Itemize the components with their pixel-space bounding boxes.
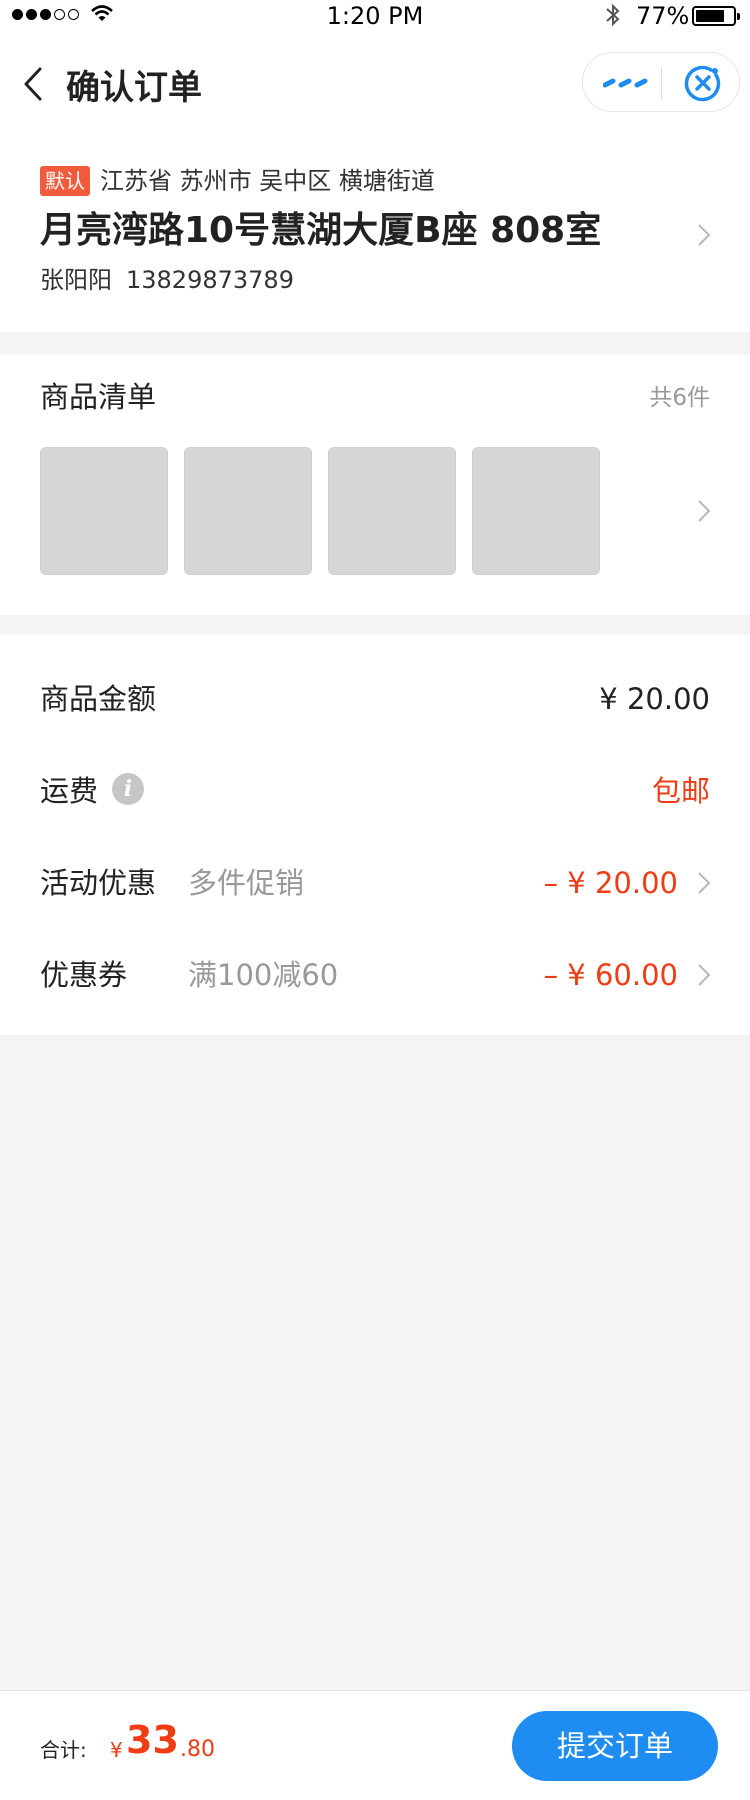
row-label: 商品金额: [40, 682, 157, 716]
product-thumbnail[interactable]: [40, 447, 168, 575]
address-card[interactable]: 默认 江苏省 苏州市 吴中区 横塘街道 月亮湾路10号慧湖大厦B座 808室 张…: [0, 140, 750, 332]
info-icon[interactable]: i: [112, 773, 144, 805]
row-label: 运费: [40, 774, 99, 808]
status-bar: 1:20 PM 77%: [0, 0, 750, 30]
goods-title: 商品清单: [40, 380, 157, 414]
row-label: 活动优惠: [40, 866, 157, 900]
row-sub: 多件促销: [188, 866, 305, 900]
submit-order-button[interactable]: 提交订单: [512, 1711, 718, 1781]
nav-bar: 确认订单: [0, 30, 750, 140]
total-label: 合计:: [40, 1738, 87, 1762]
chevron-right-icon: [698, 872, 711, 894]
address-region: 江苏省 苏州市 吴中区 横塘街道: [100, 167, 435, 195]
product-thumbnail[interactable]: [184, 447, 312, 575]
row-coupon[interactable]: 优惠券 满100减60 – ¥ 60.00: [0, 929, 750, 1021]
row-promotion[interactable]: 活动优惠 多件促销 – ¥ 20.00: [0, 837, 750, 929]
total-amount-decimal: .80: [180, 1737, 215, 1762]
mini-program-capsule: [582, 52, 740, 112]
row-label: 优惠券: [40, 958, 128, 992]
more-dots-icon[interactable]: [603, 73, 649, 93]
recipient-phone: 13829873789: [126, 266, 294, 294]
chevron-right-icon: [698, 964, 711, 986]
product-thumbnail[interactable]: [328, 447, 456, 575]
row-value: – ¥ 20.00: [543, 866, 678, 900]
chevron-left-icon[interactable]: [20, 64, 50, 104]
recipient-name: 张阳阳: [40, 266, 112, 294]
row-goods-amount: 商品金额 ¥ 20.00: [0, 653, 750, 745]
price-summary: 商品金额 ¥ 20.00 运费 包邮 活动优惠 多件促销 – ¥ 20.00 优…: [0, 635, 750, 1035]
row-value: – ¥ 60.00: [543, 958, 678, 992]
total-currency: ¥: [110, 1738, 123, 1762]
goods-count: 共6件: [649, 385, 710, 411]
product-thumbnail[interactable]: [472, 447, 600, 575]
address-contact: 张阳阳 13829873789: [40, 264, 294, 296]
close-circle-icon[interactable]: [683, 63, 723, 103]
goods-list[interactable]: 商品清单 共6件: [0, 355, 750, 615]
page-title: 确认订单: [66, 68, 202, 108]
row-sub: 满100减60: [188, 958, 339, 992]
address-street: 月亮湾路10号慧湖大厦B座 808室: [40, 210, 602, 251]
chevron-right-icon: [698, 500, 711, 522]
chevron-right-icon: [698, 224, 711, 246]
bottom-bar: 合计: ¥ 33 .80 提交订单: [0, 1690, 750, 1800]
default-badge: 默认: [40, 166, 90, 196]
capsule-divider: [661, 67, 662, 99]
battery-percent: 77%: [636, 2, 690, 30]
total-amount-integer: 33: [126, 1718, 179, 1762]
battery-icon: [692, 6, 740, 26]
row-value: 包邮: [651, 774, 710, 808]
bluetooth-icon: [606, 3, 620, 27]
row-value: ¥ 20.00: [599, 682, 710, 716]
